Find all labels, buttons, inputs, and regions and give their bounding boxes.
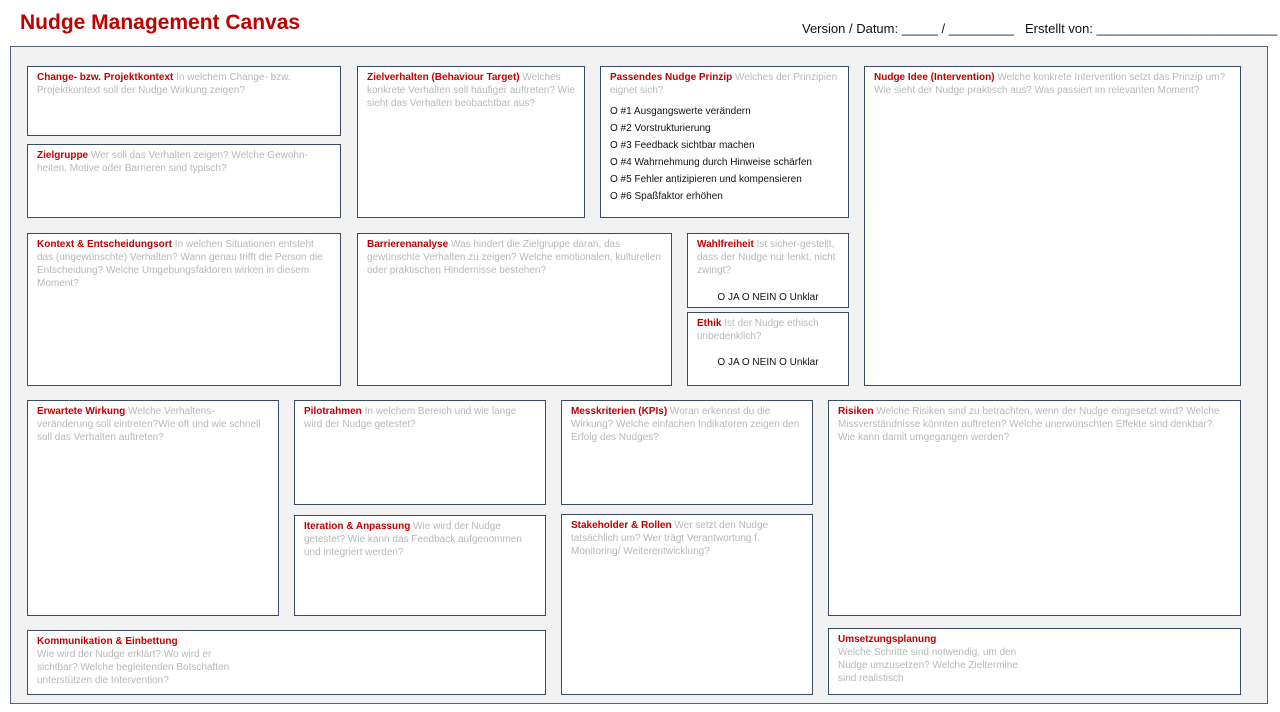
box-barrierenanalyse[interactable]: Barrierenanalyse Was hindert die Zielgru… [357, 233, 672, 386]
box-heading: Zielgruppe [37, 150, 89, 161]
box-prompt: Welche Risiken sind zu betrachten, wenn … [838, 406, 1220, 443]
box-iteration[interactable]: Iteration & Anpassung Wie wird der Nudge… [294, 515, 546, 616]
box-entscheidungsort[interactable]: Kontext & Entscheidungsort In welchen Si… [27, 233, 341, 386]
box-prompt: Wie wird der Nudge erklärt? Wo wird er s… [37, 649, 230, 686]
prinzip-option[interactable]: O #5 Fehler antizipieren und kompensiere… [610, 171, 839, 188]
box-heading: Pilotrahmen [304, 406, 362, 417]
box-wahlfreiheit[interactable]: Wahlfreiheit Ist sicher-gestellt, dass d… [687, 233, 849, 308]
box-heading: Ethik [697, 318, 722, 329]
box-heading: Kontext & Entscheidungsort [37, 239, 173, 250]
box-messkriterien[interactable]: Messkriterien (KPIs) Woran erkennst du d… [561, 400, 813, 505]
box-pilotrahmen[interactable]: Pilotrahmen In welchem Bereich und wie l… [294, 400, 546, 505]
box-heading: Iteration & Anpassung [304, 521, 411, 532]
author-field[interactable]: Erstellt von: _________________________ [1025, 21, 1277, 36]
box-heading: Change- bzw. Projektkontext [37, 72, 174, 83]
box-risiken[interactable]: Risiken Welche Risiken sind zu betrachte… [828, 400, 1241, 616]
box-nudge-prinzip[interactable]: Passendes Nudge Prinzip Welches der Prin… [600, 66, 849, 218]
box-nudge-idee[interactable]: Nudge Idee (Intervention) Welche konkret… [864, 66, 1241, 386]
prinzip-option[interactable]: O #2 Vorstrukturierung [610, 120, 839, 137]
box-heading: Passendes Nudge Prinzip [610, 72, 733, 83]
prinzip-options: O #1 Ausgangswerte verändern O #2 Vorstr… [610, 103, 839, 205]
box-heading: Umsetzungsplanung [838, 634, 937, 645]
box-heading: Wahlfreiheit [697, 239, 754, 250]
ethik-choices[interactable]: O JA O NEIN O Unklar [688, 356, 848, 369]
box-heading: Barrierenanalyse [367, 239, 449, 250]
box-zielgruppe[interactable]: Zielgruppe Wer soll das Verhalten zeigen… [27, 144, 341, 218]
prinzip-option[interactable]: O #3 Feedback sichtbar machen [610, 137, 839, 154]
box-heading: Risiken [838, 406, 874, 417]
wahlfreiheit-choices[interactable]: O JA O NEIN O Unklar [688, 291, 848, 304]
box-projektkontext[interactable]: Change- bzw. Projektkontext In welchem C… [27, 66, 341, 136]
prinzip-option[interactable]: O #4 Wahrnehmung durch Hinweise schärfen [610, 154, 839, 171]
version-date-field[interactable]: Version / Datum: _____ / _________ [802, 21, 1014, 36]
box-zielverhalten[interactable]: Zielverhalten (Behaviour Target) Welches… [357, 66, 585, 218]
box-ethik[interactable]: Ethik Ist der Nudge ethisch unbedenklich… [687, 312, 849, 386]
box-prompt: Welche Schritte sind notwendig, um den N… [838, 647, 1018, 684]
box-stakeholder[interactable]: Stakeholder & Rollen Wer setzt den Nudge… [561, 514, 813, 695]
prinzip-option[interactable]: O #1 Ausgangswerte verändern [610, 103, 839, 120]
box-heading: Erwartete Wirkung [37, 406, 126, 417]
canvas-board: Change- bzw. Projektkontext In welchem C… [10, 46, 1268, 704]
box-erwartete-wirkung[interactable]: Erwartete Wirkung Welche Verhaltens-verä… [27, 400, 279, 616]
prinzip-option[interactable]: O #6 Spaßfaktor erhöhen [610, 188, 839, 205]
page-title: Nudge Management Canvas [20, 11, 301, 34]
box-heading: Kommunikation & Einbettung [37, 636, 178, 647]
box-heading: Nudge Idee (Intervention) [874, 72, 995, 83]
box-heading: Stakeholder & Rollen [571, 520, 672, 531]
box-umsetzungsplanung[interactable]: Umsetzungsplanung Welche Schritte sind n… [828, 628, 1241, 695]
box-heading: Zielverhalten (Behaviour Target) [367, 72, 520, 83]
box-kommunikation[interactable]: Kommunikation & Einbettung Wie wird der … [27, 630, 546, 695]
box-heading: Messkriterien (KPIs) [571, 406, 668, 417]
